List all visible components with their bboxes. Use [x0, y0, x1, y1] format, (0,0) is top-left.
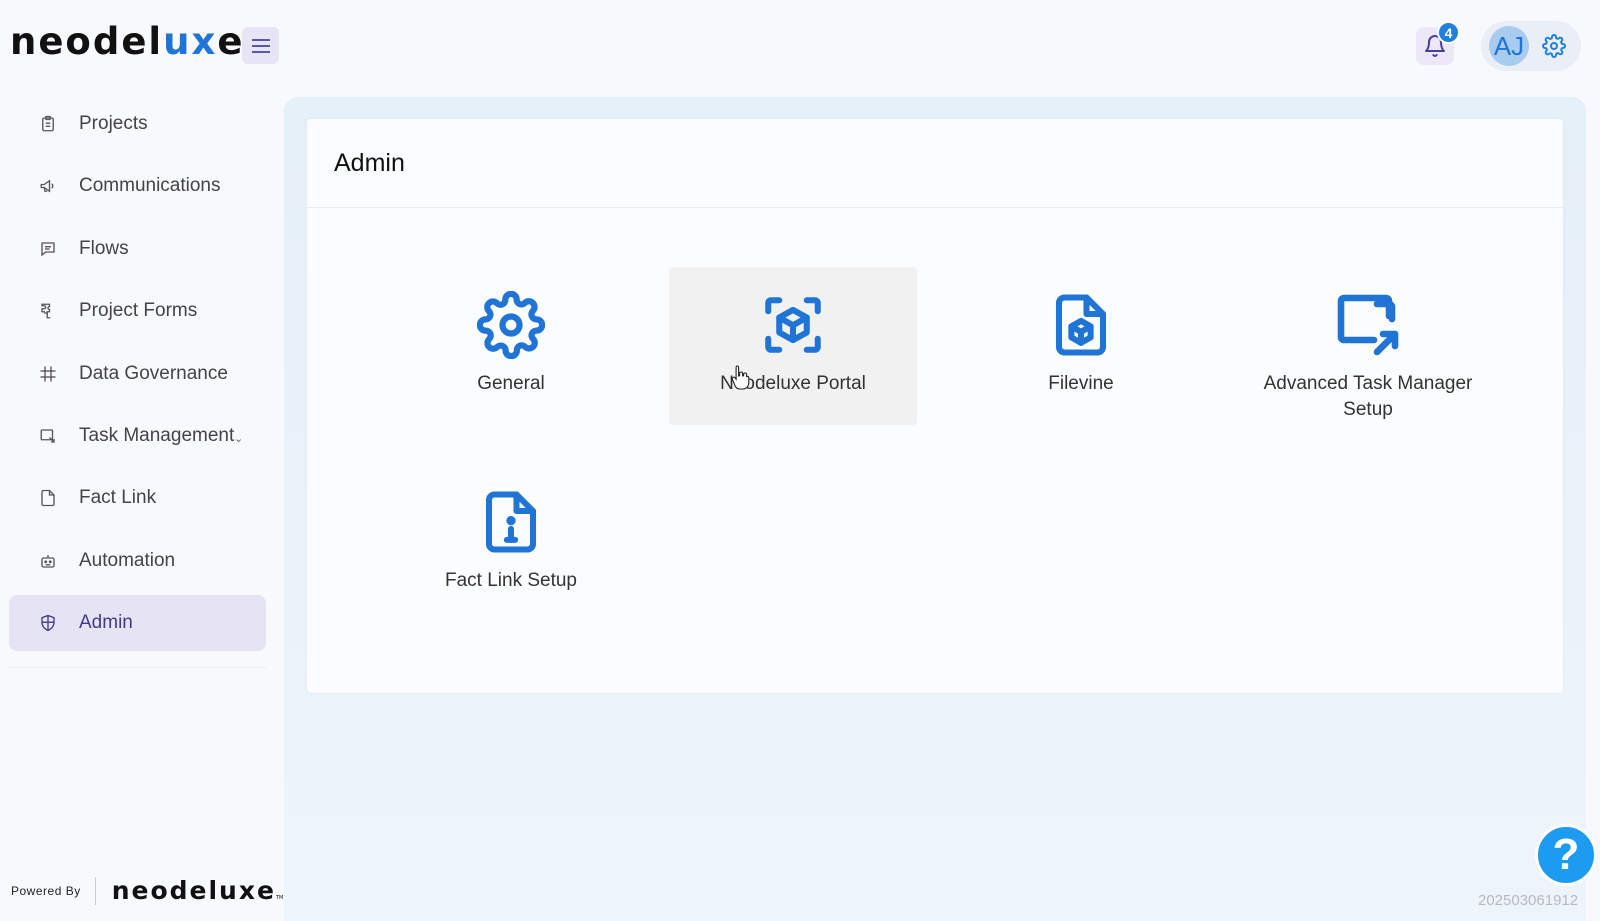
- sidebar-item-label: Communications: [79, 175, 221, 197]
- cube-scan-icon: [757, 289, 829, 361]
- grid-icon: [37, 363, 59, 385]
- robot-icon: [37, 550, 59, 572]
- powered-by-divider: [94, 876, 96, 905]
- message-icon: [37, 238, 59, 260]
- sidebar-item-projects[interactable]: Projects: [9, 96, 266, 152]
- sidebar-item-automation[interactable]: Automation: [9, 533, 266, 589]
- clipboard-icon: [37, 113, 59, 135]
- task-icon: [37, 425, 59, 447]
- tile-label: Fact Link Setup: [444, 570, 578, 591]
- hamburger-icon: [251, 38, 270, 53]
- screen-share-icon: [1332, 289, 1404, 361]
- puzzle-icon: [37, 300, 59, 322]
- sidebar-item-admin[interactable]: Admin: [9, 595, 266, 652]
- sidebar-item-label: Automation: [79, 549, 176, 571]
- file-info-icon: [475, 486, 547, 558]
- shield-icon: [37, 612, 59, 634]
- file-cube-icon: [1045, 289, 1117, 361]
- sidebar-item-fact-link[interactable]: Fact Link: [9, 470, 266, 526]
- sidebar-item-task-management[interactable]: Task Management ⌄: [9, 408, 266, 464]
- tile-label: General: [477, 373, 545, 394]
- powered-by-label: Powered By: [11, 883, 81, 898]
- sidebar-item-project-forms[interactable]: Project Forms: [9, 283, 266, 339]
- tile-neodeluxe-portal[interactable]: Neodeluxe Portal: [669, 267, 917, 425]
- sidebar-item-label: Fact Link: [79, 487, 157, 509]
- tile-filevine[interactable]: Filevine: [957, 267, 1205, 425]
- sidebar-item-label: Task Management: [79, 424, 235, 446]
- tile-label: Advanced Task Manager Setup: [1263, 373, 1473, 420]
- question-icon: ?: [1552, 830, 1580, 879]
- settings-button[interactable]: [1540, 32, 1568, 60]
- hamburger-menu-button[interactable]: [242, 27, 279, 64]
- sidebar-item-communications[interactable]: Communications: [9, 158, 266, 214]
- megaphone-icon: [37, 175, 59, 197]
- hand-cursor-icon: [731, 365, 750, 390]
- page-title: Admin: [334, 149, 405, 177]
- file-icon: [37, 487, 59, 509]
- admin-card: Admin General Neodeluxe Portal Filevine: [307, 119, 1563, 693]
- sidebar-item-label: Project Forms: [79, 300, 198, 322]
- help-button[interactable]: ?: [1535, 824, 1597, 886]
- version-label: 202503061912: [1478, 892, 1579, 909]
- tile-advanced-task-manager-setup[interactable]: Advanced Task Manager Setup: [1244, 267, 1492, 425]
- sidebar-nav: Projects Communications Flows Project Fo…: [9, 96, 266, 658]
- tile-label: Neodeluxe Portal: [720, 373, 866, 394]
- tile-fact-link-setup[interactable]: Fact Link Setup: [387, 464, 635, 622]
- gear-icon: [475, 289, 547, 361]
- sidebar-item-label: Flows: [79, 237, 129, 259]
- card-divider: [307, 207, 1563, 208]
- avatar[interactable]: AJ: [1489, 26, 1529, 66]
- chevron-down-icon[interactable]: ⌄: [234, 432, 243, 445]
- brand-logo: neodeluxeTM: [10, 20, 257, 63]
- gear-icon: [1542, 34, 1566, 58]
- sidebar-item-data-governance[interactable]: Data Governance: [9, 346, 266, 402]
- tile-general[interactable]: General: [387, 267, 635, 425]
- footer-logo: neodeluxeTM: [111, 876, 284, 905]
- sidebar-item-label: Admin: [79, 612, 133, 634]
- sidebar-divider: [9, 667, 266, 668]
- powered-by: Powered By neodeluxeTM: [11, 876, 283, 905]
- sidebar-item-flows[interactable]: Flows: [9, 221, 266, 277]
- sidebar-item-label: Data Governance: [79, 362, 228, 384]
- notification-badge: 4: [1437, 21, 1460, 44]
- sidebar-item-label: Projects: [79, 113, 148, 134]
- tile-label: Filevine: [1048, 373, 1114, 394]
